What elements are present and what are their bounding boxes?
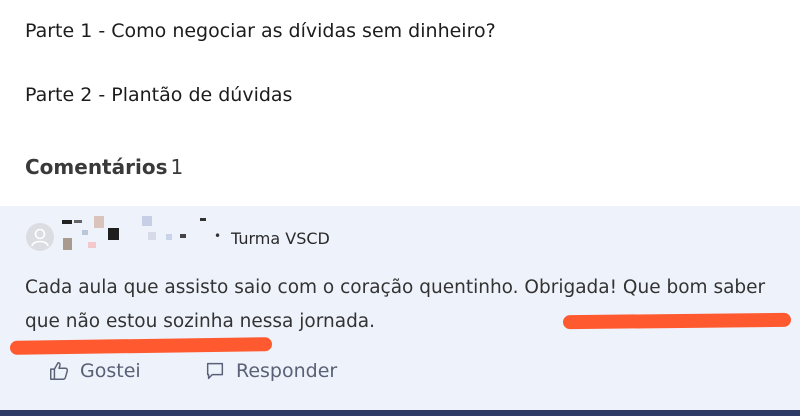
like-button[interactable]: Gostei: [48, 360, 141, 382]
comments-title: Comentários: [25, 155, 168, 179]
class-name[interactable]: Turma VSCD: [231, 229, 330, 248]
speech-bubble-icon: [204, 360, 226, 382]
like-label: Gostei: [80, 360, 141, 382]
lesson-part-1: Parte 1 - Como negociar as dívidas sem d…: [25, 20, 496, 42]
thumbs-up-icon: [48, 360, 70, 382]
user-avatar-icon[interactable]: [26, 223, 54, 251]
meta-separator: •: [214, 229, 222, 243]
comments-heading: Comentários 1: [25, 155, 183, 179]
bottom-bar: [0, 410, 800, 416]
highlight-stroke: [562, 312, 792, 330]
comment-text: Cada aula que assisto saio com o coração…: [25, 277, 766, 332]
lesson-part-2: Parte 2 - Plantão de dúvidas: [25, 84, 293, 106]
reply-label: Responder: [236, 360, 338, 382]
reply-button[interactable]: Responder: [204, 360, 337, 382]
comments-count: 1: [170, 155, 184, 179]
author-name-redacted: [60, 214, 210, 254]
